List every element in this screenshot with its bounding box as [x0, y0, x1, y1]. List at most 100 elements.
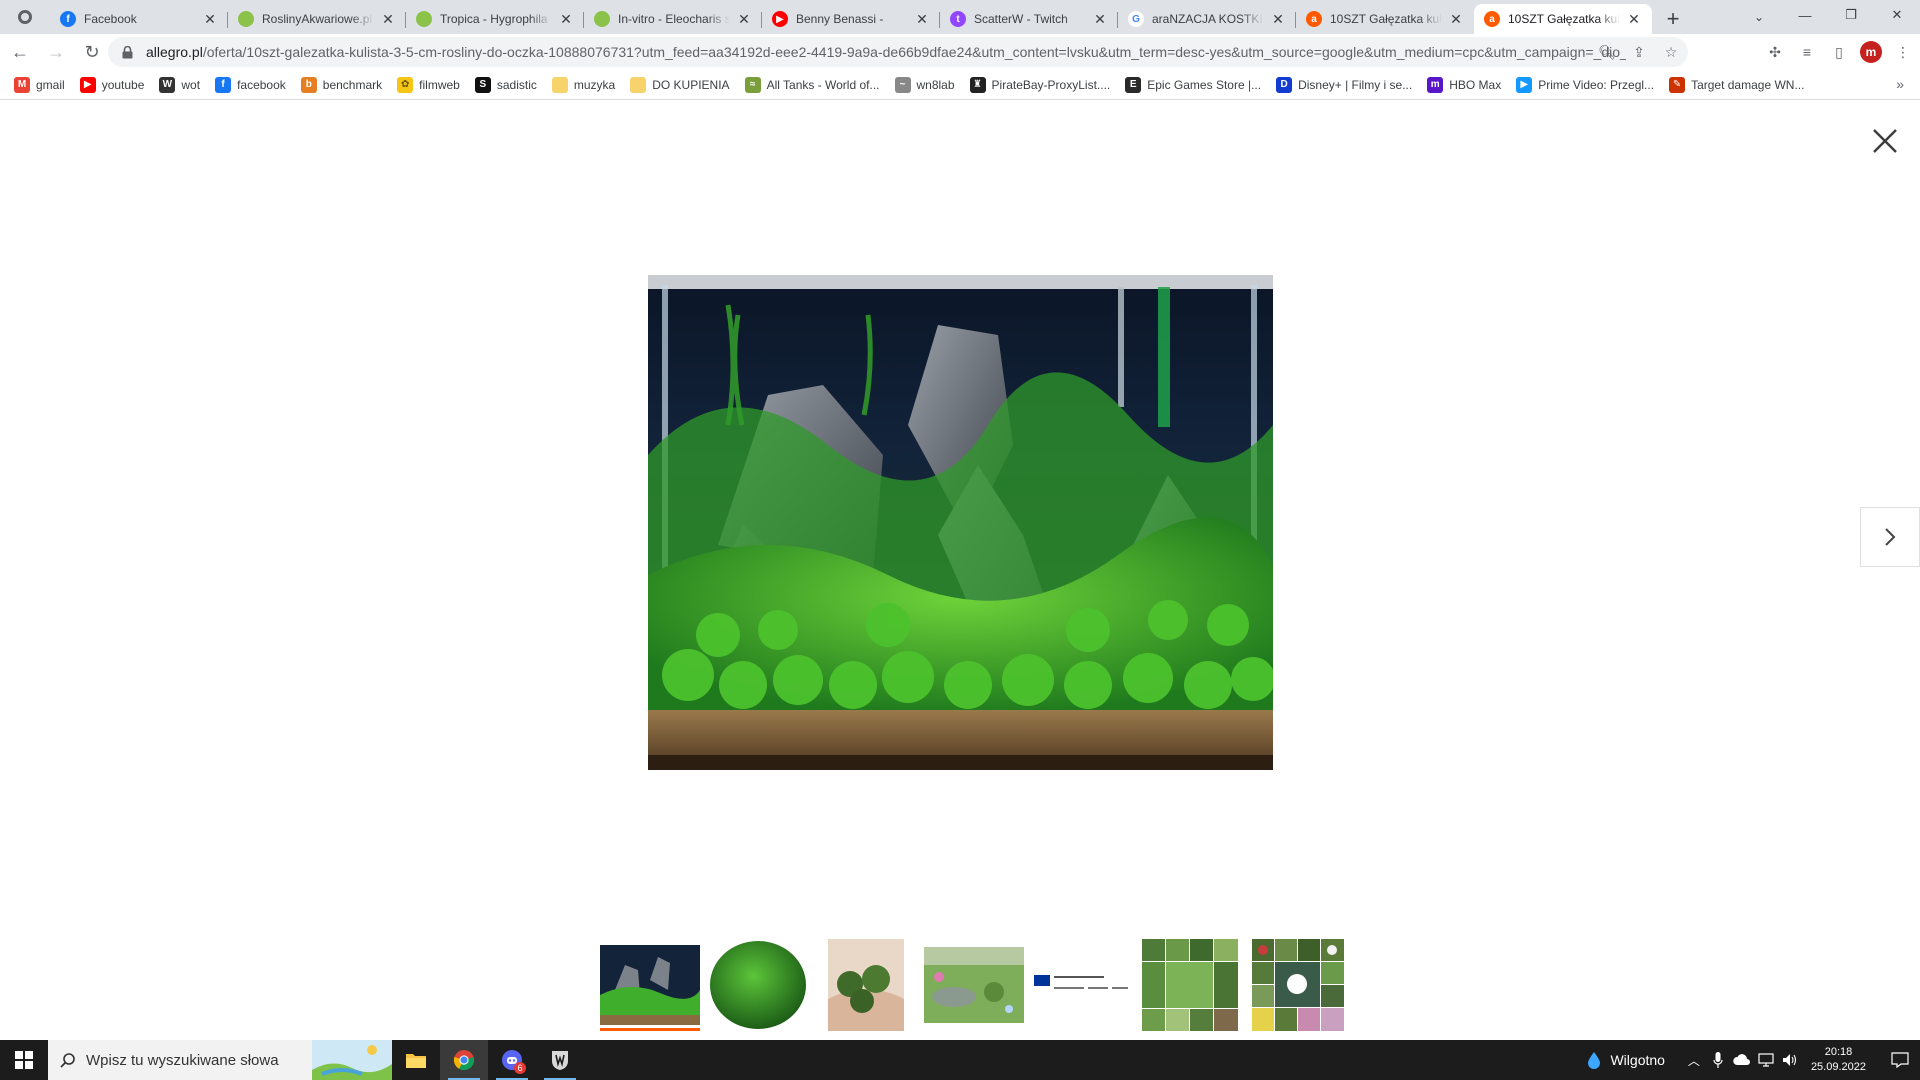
browser-tab[interactable]: Tropica - Hygrophila ✕	[406, 4, 584, 34]
bookmark-item[interactable]: Ssadistic	[474, 76, 537, 93]
tab-close-icon[interactable]: ✕	[1092, 11, 1108, 27]
bookmark-item[interactable]: D Disney+ | Filmy i se...	[1276, 76, 1413, 93]
bookmark-item[interactable]: ≈ All Tanks - World of...	[744, 76, 880, 93]
epic-games-icon: E	[1125, 76, 1142, 93]
media-controls-icon[interactable]: ≡	[1796, 41, 1818, 63]
onedrive-cloud-icon[interactable]	[1731, 1049, 1753, 1071]
tab-close-icon[interactable]: ✕	[1270, 11, 1286, 27]
thumb-aquascape-image	[600, 945, 700, 1025]
volume-icon[interactable]	[1779, 1049, 1801, 1071]
bookmark-item[interactable]: ~ wn8lab	[894, 76, 955, 93]
tab-close-icon[interactable]: ✕	[380, 11, 396, 27]
bookmark-item[interactable]: m HBO Max	[1427, 76, 1501, 93]
bookmark-item[interactable]: ✿ filmweb	[397, 76, 460, 93]
bookmark-label: benchmark	[322, 77, 383, 92]
lock-icon[interactable]	[120, 45, 134, 59]
thumb-plant-passport-image	[1032, 965, 1132, 1005]
arrow-right-icon: →	[47, 41, 65, 62]
tab-close-icon[interactable]: ✕	[558, 11, 574, 27]
extensions-icon[interactable]: ✣	[1764, 41, 1786, 63]
thumb-plant-collage-1-image	[1142, 939, 1238, 1031]
bookmark-item[interactable]: DO KUPIENIA	[630, 76, 730, 93]
new-tab-button[interactable]: +	[1656, 4, 1690, 34]
bookmark-label: All Tanks - World of...	[766, 77, 880, 92]
bookmark-label: Disney+ | Filmy i se...	[1298, 77, 1413, 92]
close-window-button[interactable]: ✕	[1874, 0, 1920, 30]
thumb-garden-pond[interactable]	[924, 939, 1024, 1031]
next-image-button[interactable]	[1860, 507, 1920, 567]
thumb-plant-collage-2[interactable]	[1248, 939, 1348, 1031]
minimize-button[interactable]: —	[1782, 0, 1828, 30]
bookmark-star-icon[interactable]: ☆	[1662, 43, 1680, 61]
action-center-button[interactable]	[1880, 1040, 1920, 1080]
more-menu-icon[interactable]: ⋮	[1892, 41, 1914, 63]
thumb-moss-ball[interactable]	[708, 939, 808, 1031]
bookmark-item[interactable]: f facebook	[215, 76, 286, 93]
browser-tab[interactable]: GaraNZACJA KOSTKI 3 ✕	[1118, 4, 1296, 34]
tab-close-icon[interactable]: ✕	[1626, 11, 1642, 27]
taskbar-file-explorer[interactable]	[392, 1040, 440, 1080]
browser-tab[interactable]: a 10SZT Gałęzatka kuli ✕	[1474, 4, 1652, 34]
aquascape-photo	[648, 275, 1273, 770]
browser-tab[interactable]: RoslinyAkwariowe.pl ✕	[228, 4, 406, 34]
bookmark-label: wot	[181, 77, 201, 92]
browser-tab[interactable]: ▶ Benny Benassi - ✕	[762, 4, 940, 34]
reload-button[interactable]: ↻	[76, 36, 108, 68]
tab-title: RoslinyAkwariowe.pl	[262, 12, 373, 26]
bookmark-item[interactable]: ▶ youtube	[79, 76, 145, 93]
target-icon: ✎	[1669, 76, 1686, 93]
microphone-icon[interactable]	[1707, 1049, 1729, 1071]
network-icon[interactable]	[1755, 1049, 1777, 1071]
taskbar-discord[interactable]: 6	[488, 1040, 536, 1080]
bookmark-item[interactable]: muzyka	[551, 76, 615, 93]
bookmark-item[interactable]: Wwot	[159, 76, 201, 93]
weather-widget[interactable]: Wilgotno	[1586, 1051, 1665, 1069]
bookmark-label: filmweb	[419, 77, 460, 92]
zoom-icon[interactable]: 🔍︎	[1598, 43, 1616, 61]
tab-close-icon[interactable]: ✕	[914, 11, 930, 27]
bookmark-item[interactable]: ▶ Prime Video: Przegl...	[1516, 76, 1654, 93]
bookmark-item[interactable]: Mgmail	[14, 76, 65, 93]
bookmark-label: youtube	[101, 77, 145, 92]
thumb-plant-passport[interactable]	[1032, 939, 1132, 1031]
bookmark-item[interactable]: ✎ Target damage WN...	[1669, 76, 1804, 93]
plus-icon: +	[1666, 6, 1680, 31]
tab-title: In-vitro - Eleocharis s	[618, 12, 730, 26]
notification-icon	[1891, 1052, 1909, 1068]
browser-tab[interactable]: t ScatterW - Twitch ✕	[940, 4, 1118, 34]
close-gallery-button[interactable]	[1868, 124, 1902, 158]
close-icon	[1873, 129, 1897, 153]
browser-tab[interactable]: f Facebook ✕	[50, 4, 228, 34]
browser-tab[interactable]: a 10SZT Gałęzatka kuli ✕	[1296, 4, 1474, 34]
share-icon[interactable]: ⇪	[1630, 43, 1648, 61]
taskbar-chrome[interactable]	[440, 1040, 488, 1080]
side-panel-icon[interactable]: ▯	[1828, 41, 1850, 63]
taskbar-search[interactable]: Wpisz tu wyszukiwane słowa	[48, 1040, 392, 1080]
tab-close-icon[interactable]: ✕	[202, 11, 218, 27]
thumb-plant-collage-1[interactable]	[1140, 939, 1240, 1031]
tab-search-icon	[18, 10, 32, 24]
thumb-moss-balls-in-hand[interactable]	[816, 939, 916, 1031]
bookmark-item[interactable]: ♜ PirateBay-ProxyList....	[969, 76, 1110, 93]
thumb-aquascape[interactable]	[600, 939, 700, 1031]
hbo-max-icon: m	[1427, 76, 1444, 93]
tab-title: Facebook	[84, 12, 137, 26]
tab-close-icon[interactable]: ✕	[736, 11, 752, 27]
tab-close-icon[interactable]: ✕	[1448, 11, 1464, 27]
address-bar[interactable]: allegro.pl/oferta/10szt-galezatka-kulist…	[108, 37, 1688, 67]
back-button[interactable]: ←	[4, 36, 36, 68]
start-button[interactable]	[0, 1040, 48, 1080]
more-bookmarks-icon[interactable]: »	[1896, 76, 1904, 92]
taskbar-world-of-tanks[interactable]	[536, 1040, 584, 1080]
bookmark-item[interactable]: E Epic Games Store |...	[1125, 76, 1261, 93]
chevron-up-icon[interactable]: ︿	[1683, 1049, 1705, 1071]
restore-button[interactable]: ❐	[1828, 0, 1874, 30]
profile-avatar[interactable]: m	[1860, 41, 1882, 63]
bookmark-item[interactable]: b benchmark	[300, 76, 383, 93]
tab-list-menu-button[interactable]: ⌄	[1744, 4, 1774, 30]
tab-list: f Facebook ✕ RoslinyAkwariowe.pl ✕ Tropica - …	[50, 4, 1652, 34]
clock[interactable]: 20:18 25.09.2022	[1811, 1045, 1866, 1075]
tab-search-button[interactable]	[0, 0, 50, 34]
forward-button[interactable]: →	[40, 36, 72, 68]
browser-tab[interactable]: In-vitro - Eleocharis s ✕	[584, 4, 762, 34]
